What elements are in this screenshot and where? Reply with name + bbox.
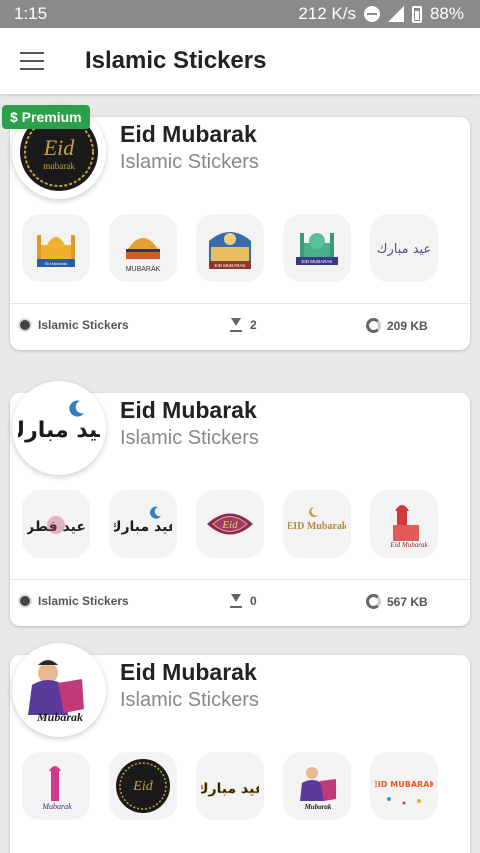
pack-author: Islamic Stickers: [120, 151, 259, 173]
size-icon: [366, 594, 381, 609]
download-count: 0: [250, 594, 257, 608]
app-bar: Islamic Stickers: [0, 28, 480, 94]
card-footer: Islamic Stickers 0 567 KB: [10, 580, 470, 626]
svg-text:عيد مبارك: عيد مبارك: [201, 781, 259, 797]
sticker-thumb[interactable]: عيد فطر: [22, 490, 90, 558]
pack-author: Islamic Stickers: [120, 427, 259, 449]
hamburger-menu-icon[interactable]: [20, 52, 44, 70]
download-icon: [230, 318, 242, 332]
pack-tray-icon: عيد مبارك: [12, 381, 106, 475]
pack-card[interactable]: عيد مبارك Eid Mubarak Islamic Stickers ع…: [10, 381, 470, 626]
pack-size: 209 KB: [387, 318, 428, 333]
sticker-preview-row: Mubarak Eid عيد مبارك Mubarak: [22, 752, 438, 820]
footer-author-label: Islamic Stickers: [38, 318, 129, 332]
sticker-thumb[interactable]: عيد مبارك: [109, 490, 177, 558]
pack-name: Eid Mubarak: [120, 397, 257, 423]
footer-downloads: 0: [230, 594, 257, 608]
sticker-thumb[interactable]: EID Mubarak: [283, 490, 351, 558]
footer-author: Islamic Stickers: [18, 318, 129, 332]
do-not-disturb-icon: [363, 6, 380, 22]
pack-size: 567 KB: [387, 594, 428, 609]
pack-author: Islamic Stickers: [120, 689, 259, 711]
pack-name: Eid Mubarak: [120, 121, 257, 147]
svg-text:Eid Mubarak: Eid Mubarak: [389, 541, 428, 549]
footer-author-label: Islamic Stickers: [38, 594, 129, 608]
size-icon: [366, 318, 381, 333]
svg-text:EID Mubarak: EID Mubarak: [288, 521, 346, 532]
svg-text:MUBARAK: MUBARAK: [126, 266, 161, 273]
tray-text: عيد مبارك: [18, 418, 100, 443]
svg-text:EID MUBARAK: EID MUBARAK: [214, 263, 245, 268]
network-speed: 212 K/s: [298, 4, 356, 23]
pack-name: Eid Mubarak: [120, 659, 257, 685]
svg-text:EID MUBARAK: EID MUBARAK: [301, 259, 332, 264]
pack-card[interactable]: Mubarak Eid Mubarak Islamic Stickers Mub…: [10, 643, 470, 853]
app-title: Islamic Stickers: [85, 47, 267, 74]
download-icon: [230, 594, 242, 608]
tray-text: Eid: [43, 135, 76, 160]
sticker-thumb[interactable]: عيد مبارك: [196, 752, 264, 820]
battery-icon: [411, 5, 422, 23]
signal-icon: [387, 6, 404, 22]
svg-text:Mubarak: Mubarak: [41, 802, 72, 811]
sticker-thumb[interactable]: عيد مبارك: [370, 214, 438, 282]
sticker-thumb[interactable]: MUBARAK: [109, 214, 177, 282]
sticker-thumb[interactable]: Mubarak: [22, 752, 90, 820]
pack-card[interactable]: $ Premium Eid mubarak Eid Mubarak Islami…: [2, 105, 470, 350]
pack-tray-icon: Mubarak: [12, 643, 106, 737]
svg-text:عيد مبارك: عيد مبارك: [114, 519, 172, 535]
footer-size: 567 KB: [366, 594, 428, 609]
tray-subtext: mubarak: [43, 161, 75, 171]
sticker-thumb[interactable]: EID MUBARAK: [283, 214, 351, 282]
status-right: 212 K/s 88%: [298, 4, 464, 24]
footer-size: 209 KB: [366, 318, 428, 333]
sticker-preview-row: عيد فطر عيد مبارك Eid EID Mubarak: [22, 490, 438, 558]
status-time: 1:15: [14, 4, 48, 23]
svg-text:Eid: Eid: [221, 519, 238, 531]
tray-text: Mubarak: [36, 710, 83, 724]
sticker-thumb[interactable]: Eid Mubarak: [370, 490, 438, 558]
card-footer: Islamic Stickers 2 209 KB: [10, 304, 470, 350]
svg-text:Eid Mubarak: Eid Mubarak: [45, 261, 67, 266]
sticker-thumb[interactable]: Eid Mubarak: [22, 214, 90, 282]
sticker-thumb[interactable]: Eid: [196, 490, 264, 558]
download-count: 2: [250, 318, 257, 332]
svg-text:EID MUBARAK: EID MUBARAK: [375, 780, 433, 789]
footer-downloads: 2: [230, 318, 257, 332]
sticker-preview-row: Eid Mubarak MUBARAK EID MUBARAK EID MUBA…: [22, 214, 438, 282]
author-avatar-icon: [18, 318, 32, 332]
sticker-thumb[interactable]: EID MUBARAK: [370, 752, 438, 820]
svg-text:Mubarak: Mubarak: [304, 803, 332, 811]
svg-text:Eid: Eid: [132, 779, 153, 794]
svg-text:عيد مبارك: عيد مبارك: [377, 242, 431, 257]
status-bar: 1:15 212 K/s 88%: [0, 0, 480, 28]
sticker-thumb[interactable]: Mubarak: [283, 752, 351, 820]
author-avatar-icon: [18, 594, 32, 608]
sticker-thumb[interactable]: EID MUBARAK: [196, 214, 264, 282]
premium-badge: $ Premium: [2, 105, 90, 129]
battery-percent: 88%: [429, 4, 464, 23]
sticker-thumb[interactable]: Eid: [109, 752, 177, 820]
footer-author: Islamic Stickers: [18, 594, 129, 608]
